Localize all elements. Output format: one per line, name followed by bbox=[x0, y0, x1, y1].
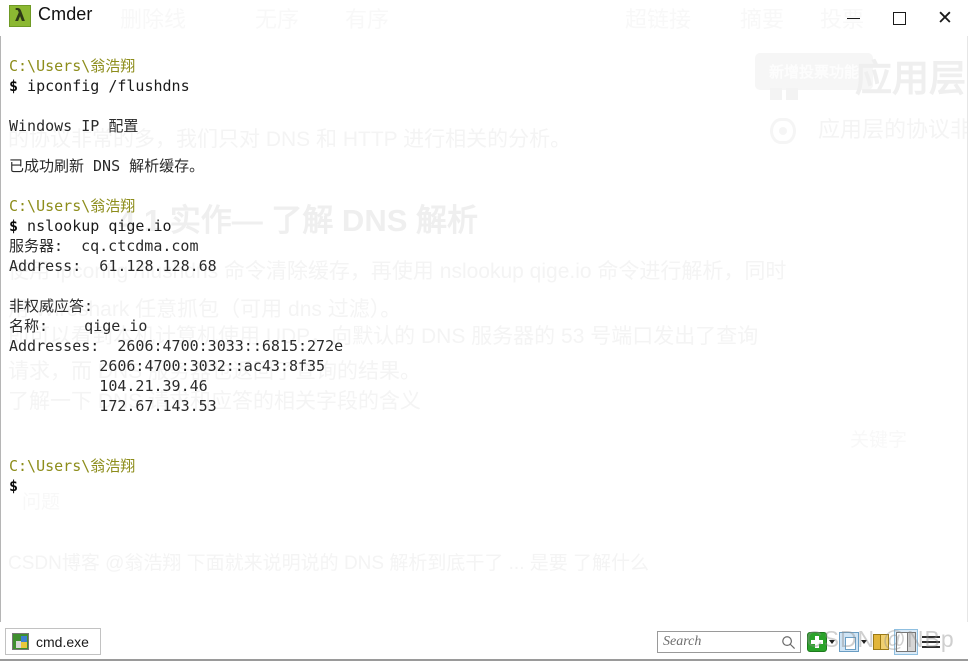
menu-button[interactable] bbox=[920, 629, 942, 655]
terminal-output: C:\Users\翁浩翔 $ ipconfig /flushdns Windows… bbox=[9, 56, 967, 496]
chevron-down-icon[interactable] bbox=[829, 640, 835, 644]
terminal-sigil: $ bbox=[9, 477, 19, 495]
terminal-output-line: 服务器: cq.ctcdma.com bbox=[9, 237, 199, 255]
console-tab-label: cmd.exe bbox=[36, 633, 89, 650]
search-icon[interactable] bbox=[781, 635, 796, 650]
terminal-output-line: Windows IP 配置 bbox=[9, 117, 139, 135]
maximize-icon bbox=[892, 11, 906, 25]
window-title: Cmder bbox=[38, 4, 93, 24]
search-box[interactable] bbox=[657, 631, 801, 653]
terminal-line: C:\Users\翁浩翔 bbox=[9, 456, 967, 476]
terminal-line: Address: 61.128.128.68 bbox=[9, 256, 967, 276]
terminal-sigil: $ bbox=[9, 77, 19, 95]
lambda-icon: λ bbox=[9, 5, 31, 27]
terminal-output-line: 名称: qige.io bbox=[9, 317, 148, 335]
toggle-panel-button[interactable] bbox=[894, 629, 918, 655]
search-input[interactable] bbox=[658, 632, 775, 652]
terminal-line: 名称: qige.io bbox=[9, 316, 967, 336]
terminal-line: 非权威应答: bbox=[9, 296, 967, 316]
page-icon bbox=[839, 632, 859, 652]
terminal-line: C:\Users\翁浩翔 bbox=[9, 196, 967, 216]
terminal-line: 104.21.39.46 bbox=[9, 376, 967, 396]
terminal-prompt-path: C:\Users\翁浩翔 bbox=[9, 57, 136, 75]
terminal-prompt-path: C:\Users\翁浩翔 bbox=[9, 457, 136, 475]
window-controls: ✕ bbox=[830, 0, 968, 36]
terminal-output-line: 2606:4700:3032::ac43:8f35 bbox=[9, 357, 326, 375]
terminal-sigil: $ bbox=[9, 217, 19, 235]
close-button[interactable]: ✕ bbox=[922, 0, 968, 36]
terminal-line: C:\Users\翁浩翔 bbox=[9, 56, 967, 76]
terminal-line: $ ipconfig /flushdns bbox=[9, 76, 967, 96]
terminal-line: 172.67.143.53 bbox=[9, 396, 967, 416]
new-console-button[interactable] bbox=[806, 629, 836, 655]
hamburger-menu-icon bbox=[921, 632, 941, 652]
cmder-window: 删除线 无序 有序 超链接 摘要 投票 新增投票功能 应用层 应用层的协议非常 … bbox=[0, 0, 968, 661]
panel-icon bbox=[896, 632, 916, 652]
terminal-surface[interactable]: C:\Users\翁浩翔 $ ipconfig /flushdns Windows… bbox=[0, 36, 968, 622]
close-icon: ✕ bbox=[937, 6, 953, 29]
terminal-output-line: Addresses: 2606:4700:3033::6815:272e bbox=[9, 337, 344, 355]
console-icon bbox=[12, 633, 29, 650]
terminal-output-line: Address: 61.128.128.68 bbox=[9, 257, 217, 275]
terminal-output-line: 172.67.143.53 bbox=[9, 397, 217, 415]
title-bar[interactable]: λ Cmder ✕ bbox=[0, 0, 968, 36]
terminal-line: $ bbox=[9, 476, 967, 496]
terminal-line: $ nslookup qige.io bbox=[9, 216, 967, 236]
lock-icon bbox=[871, 632, 891, 652]
terminal-line: 已成功刷新 DNS 解析缓存。 bbox=[9, 156, 967, 176]
terminal-line: 服务器: cq.ctcdma.com bbox=[9, 236, 967, 256]
minimize-icon bbox=[846, 17, 860, 19]
status-tools bbox=[806, 628, 942, 656]
terminal-command: ipconfig /flushdns bbox=[18, 77, 190, 95]
green-plus-icon bbox=[807, 632, 827, 652]
maximize-button[interactable] bbox=[876, 0, 922, 36]
minimize-button[interactable] bbox=[830, 0, 876, 36]
terminal-command: nslookup qige.io bbox=[18, 217, 172, 235]
chevron-down-icon[interactable] bbox=[861, 640, 867, 644]
terminal-output-line: 已成功刷新 DNS 解析缓存。 bbox=[9, 157, 205, 175]
lock-button[interactable] bbox=[870, 629, 892, 655]
console-tab-cmd[interactable]: cmd.exe bbox=[5, 628, 101, 655]
terminal-prompt-path: C:\Users\翁浩翔 bbox=[9, 197, 136, 215]
copy-paste-button[interactable] bbox=[838, 629, 868, 655]
terminal-output-line: 104.21.39.46 bbox=[9, 377, 208, 395]
terminal-output-line: 非权威应答: bbox=[9, 297, 94, 315]
terminal-line: Addresses: 2606:4700:3033::6815:272e bbox=[9, 336, 967, 356]
terminal-line: Windows IP 配置 bbox=[9, 116, 967, 136]
terminal-line: 2606:4700:3032::ac43:8f35 bbox=[9, 356, 967, 376]
